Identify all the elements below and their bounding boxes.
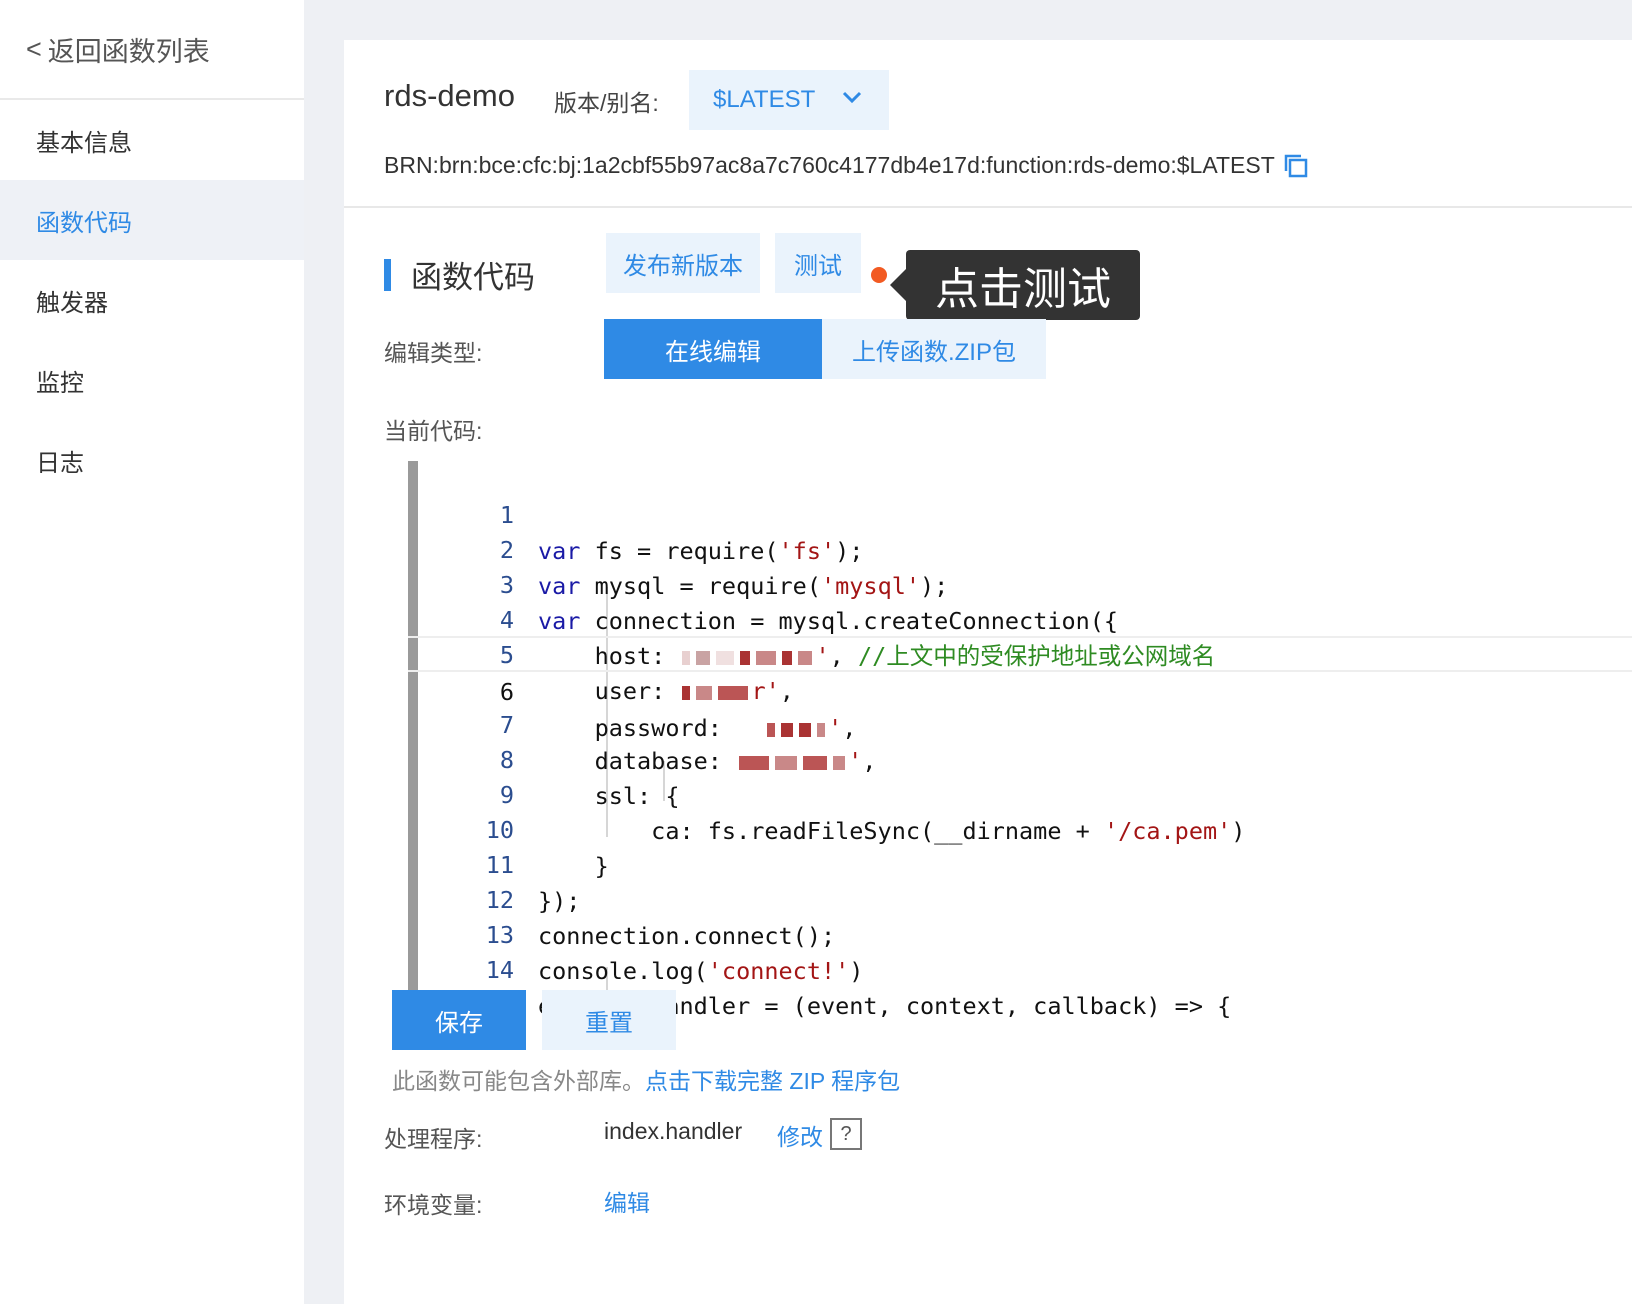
- sidebar-item-function-code[interactable]: 函数代码: [0, 180, 304, 260]
- brn-row: BRN: brn:bce:cfc:bj:1a2cbf55b97ac8a7c760…: [384, 152, 1309, 179]
- handler-edit-link[interactable]: 修改: [777, 1118, 823, 1152]
- back-link-label: 返回函数列表: [47, 36, 210, 67]
- code-line: 11 });: [408, 811, 1632, 915]
- code-line: 3 var connection = mysql.createConnectio…: [408, 531, 1632, 635]
- function-name: rds-demo: [384, 78, 515, 113]
- code-line: 5 user: r',: [408, 601, 1632, 705]
- sidebar-item-triggers[interactable]: 触发器: [0, 260, 304, 340]
- brn-label: BRN:: [384, 152, 439, 178]
- download-zip-link[interactable]: 点击下载完整 ZIP 程序包: [645, 1068, 900, 1094]
- external-lib-note: 此函数可能包含外部库。点击下载完整 ZIP 程序包: [392, 1062, 900, 1096]
- back-to-function-list-link[interactable]: < 返回函数列表: [0, 0, 304, 100]
- test-button[interactable]: 测试: [775, 233, 861, 293]
- sidebar-item-label: 监控: [36, 369, 84, 397]
- help-icon[interactable]: ?: [830, 1118, 862, 1150]
- sidebar: < 返回函数列表 基本信息 函数代码 触发器 监控 日志: [0, 0, 304, 1304]
- sidebar-item-label: 触发器: [36, 289, 108, 317]
- sidebar-item-monitoring[interactable]: 监控: [0, 340, 304, 420]
- publish-version-button[interactable]: 发布新版本: [606, 233, 760, 293]
- sidebar-item-basic-info[interactable]: 基本信息: [0, 100, 304, 180]
- note-text: 此函数可能包含外部库。: [392, 1068, 645, 1094]
- code-line-current: 6 password: ',: [408, 636, 1632, 742]
- handler-value: index.handler: [604, 1118, 743, 1144]
- code-line: 13 console.log('connect!'): [408, 881, 1632, 985]
- sidebar-item-logs[interactable]: 日志: [0, 420, 304, 500]
- main-panel: rds-demo 版本/别名: $LATEST BRN: brn:bce:cfc…: [344, 40, 1632, 1304]
- code-line: 12 connection.connect();: [408, 846, 1632, 950]
- chevron-down-icon: [842, 91, 862, 104]
- code-line: 4 host: ', //上文中的受保护地址或公网域名: [408, 566, 1632, 670]
- brn-value: brn:bce:cfc:bj:1a2cbf55b97ac8a7c760c4177…: [438, 152, 1275, 178]
- code-line: 7 database: ',: [408, 671, 1632, 775]
- code-line: 2 var mysql = require('mysql');: [408, 496, 1632, 600]
- code-line: 8 ssl: {: [408, 706, 1632, 810]
- copy-icon[interactable]: [1283, 153, 1309, 179]
- env-vars-label: 环境变量:: [384, 1192, 483, 1218]
- sidebar-item-label: 基本信息: [36, 129, 132, 157]
- code-line: 15 var p = new Promise(function(resolve,…: [408, 951, 1632, 1019]
- section-title-bar: [384, 258, 391, 291]
- sidebar-item-label: 函数代码: [36, 209, 132, 237]
- handler-label: 处理程序:: [384, 1126, 483, 1152]
- code-editor[interactable]: 1 var fs = require('fs'); 2 var mysql = …: [408, 461, 1632, 1021]
- current-code-label: 当前代码:: [384, 418, 483, 444]
- version-select[interactable]: $LATEST: [689, 70, 889, 130]
- version-value: $LATEST: [713, 86, 816, 113]
- click-test-tooltip: 点击测试: [890, 250, 1140, 320]
- sidebar-item-label: 日志: [36, 449, 84, 477]
- tab-upload-zip[interactable]: 上传函数.ZIP包: [822, 319, 1046, 379]
- tab-online-edit[interactable]: 在线编辑: [604, 319, 822, 379]
- save-button[interactable]: 保存: [392, 990, 526, 1050]
- code-line: 1 var fs = require('fs');: [408, 461, 1632, 565]
- section-title-text: 函数代码: [411, 260, 535, 295]
- code-line: 10 }: [408, 776, 1632, 880]
- status-dot: [871, 267, 887, 283]
- code-line: 14 exports.handler = (event, context, ca…: [408, 916, 1632, 1020]
- section-title: 函数代码: [384, 252, 535, 297]
- code-line: 9 ca: fs.readFileSync(__dirname + '/ca.p…: [408, 741, 1632, 845]
- edit-type-label: 编辑类型:: [384, 340, 483, 366]
- env-vars-edit-link[interactable]: 编辑: [604, 1184, 650, 1218]
- version-label: 版本/别名:: [554, 90, 659, 116]
- reset-button[interactable]: 重置: [542, 990, 676, 1050]
- function-header: rds-demo 版本/别名: $LATEST BRN: brn:bce:cfc…: [344, 40, 1632, 208]
- chevron-left-icon: <: [26, 33, 42, 64]
